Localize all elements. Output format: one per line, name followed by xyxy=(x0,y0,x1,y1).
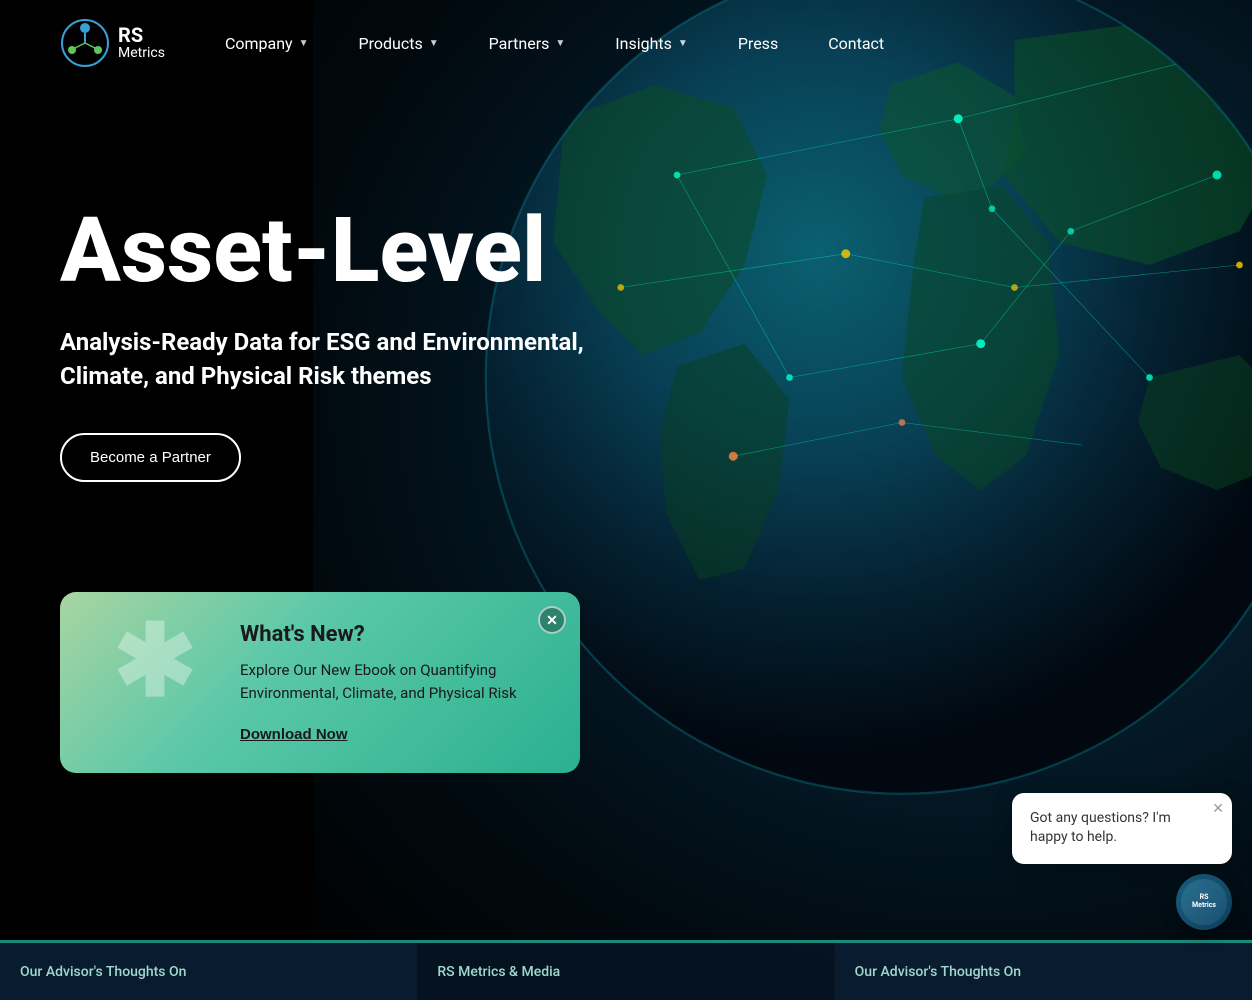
logo-icon xyxy=(60,18,110,68)
hero-subtitle: Analysis-Ready Data for ESG and Environm… xyxy=(60,326,640,393)
download-now-button[interactable]: Download Now xyxy=(240,726,348,743)
chat-bubble: ✕ Got any questions? I'm happy to help. xyxy=(1012,793,1232,864)
hero-section: Asset-Level Analysis-Ready Data for ESG … xyxy=(0,86,700,592)
nav-link-contact[interactable]: Contact xyxy=(828,34,884,53)
chevron-down-icon: ▼ xyxy=(299,38,309,49)
popup-asterisk-icon: ✱ xyxy=(90,612,220,712)
popup-title: What's New? xyxy=(240,622,550,647)
chat-open-button[interactable]: RS Metrics xyxy=(1176,874,1232,930)
nav-item-company[interactable]: Company ▼ xyxy=(225,34,309,53)
chat-logo: RS Metrics xyxy=(1192,894,1216,909)
nav-link-insights[interactable]: Insights ▼ xyxy=(615,34,688,53)
bottom-card-3-text: Our Advisor's Thoughts On xyxy=(855,964,1021,980)
close-icon: ✕ xyxy=(546,612,558,629)
popup-close-button[interactable]: ✕ xyxy=(538,606,566,634)
bottom-cards: Our Advisor's Thoughts On RS Metrics & M… xyxy=(0,940,1252,1000)
nav-link-company[interactable]: Company ▼ xyxy=(225,34,309,53)
nav-link-partners[interactable]: Partners ▼ xyxy=(489,34,566,53)
chevron-down-icon: ▼ xyxy=(429,38,439,49)
nav-item-insights[interactable]: Insights ▼ xyxy=(615,34,688,53)
bottom-card-1-text: Our Advisor's Thoughts On xyxy=(20,964,186,980)
nav-links: Company ▼ Products ▼ Partners ▼ Insights… xyxy=(225,34,884,53)
navigation: RS Metrics Company ▼ Products ▼ Partners… xyxy=(0,0,1252,86)
bottom-card-2-text: RS Metrics & Media xyxy=(437,964,560,980)
chat-bubble-close-button[interactable]: ✕ xyxy=(1212,801,1224,815)
nav-item-partners[interactable]: Partners ▼ xyxy=(489,34,566,53)
nav-item-contact[interactable]: Contact xyxy=(828,34,884,53)
chevron-down-icon: ▼ xyxy=(555,38,565,49)
nav-item-press[interactable]: Press xyxy=(738,34,778,53)
close-icon: ✕ xyxy=(1212,800,1224,816)
logo[interactable]: RS Metrics xyxy=(60,18,165,68)
popup-content: What's New? Explore Our New Ebook on Qua… xyxy=(240,622,550,743)
become-partner-button[interactable]: Become a Partner xyxy=(60,433,241,482)
bottom-card-2[interactable]: RS Metrics & Media xyxy=(417,940,834,1000)
chat-button-inner: RS Metrics xyxy=(1181,879,1227,925)
logo-rs: RS xyxy=(118,24,165,46)
hero-title: Asset-Level xyxy=(60,206,640,296)
nav-item-products[interactable]: Products ▼ xyxy=(359,34,439,53)
chat-widget: ✕ Got any questions? I'm happy to help. … xyxy=(1012,793,1232,930)
chat-bubble-text: Got any questions? I'm happy to help. xyxy=(1030,809,1214,848)
nav-link-products[interactable]: Products ▼ xyxy=(359,34,439,53)
chevron-down-icon: ▼ xyxy=(678,38,688,49)
popup-description: Explore Our New Ebook on Quantifying Env… xyxy=(240,659,550,704)
bottom-card-1[interactable]: Our Advisor's Thoughts On xyxy=(0,940,417,1000)
bottom-card-3[interactable]: Our Advisor's Thoughts On xyxy=(835,940,1252,1000)
whats-new-popup: ✱ What's New? Explore Our New Ebook on Q… xyxy=(60,592,580,773)
logo-metrics: Metrics xyxy=(118,46,165,61)
nav-link-press[interactable]: Press xyxy=(738,34,778,53)
